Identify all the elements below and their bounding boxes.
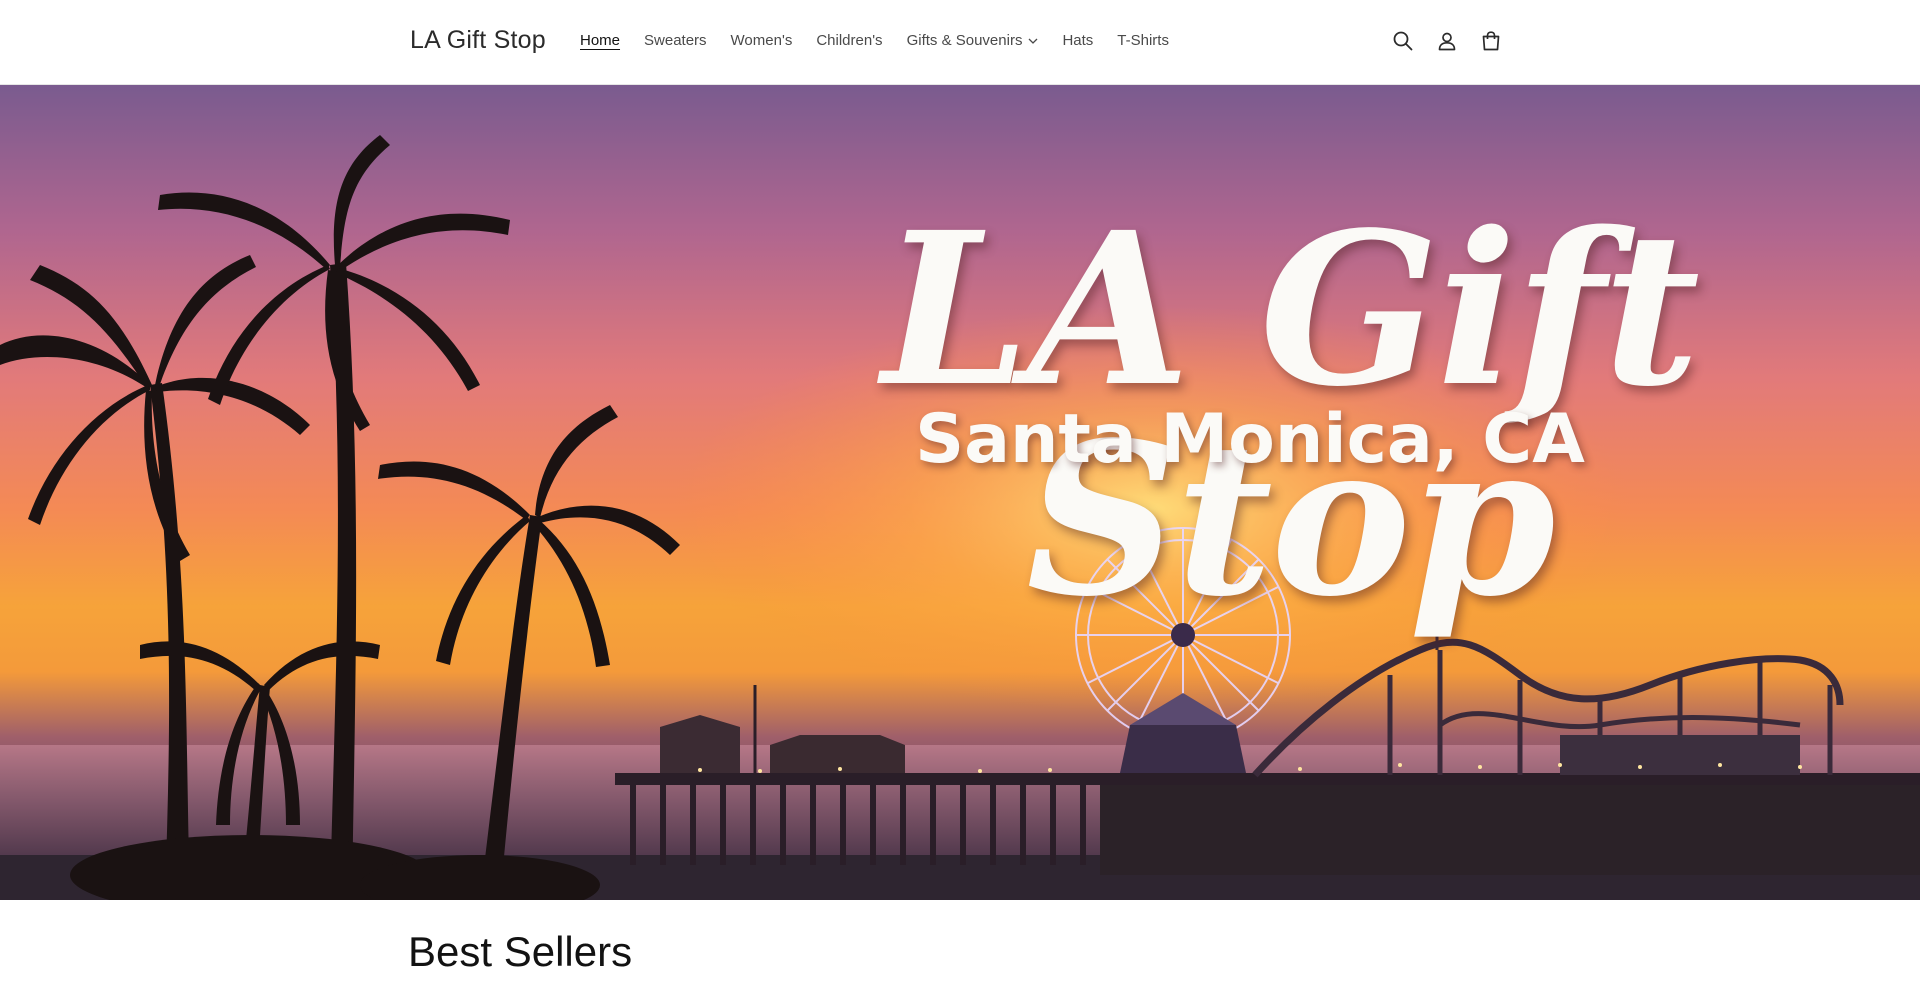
nav-tshirts[interactable]: T-Shirts (1117, 32, 1169, 49)
header-icons (1390, 28, 1504, 54)
nav-sweaters[interactable]: Sweaters (644, 32, 707, 49)
site-header: LA Gift Stop Home Sweaters Women's Child… (0, 0, 1920, 85)
main-nav: Home Sweaters Women's Children's Gifts &… (580, 32, 1193, 49)
best-sellers-heading: Best Sellers (408, 928, 633, 975)
nav-gifts-souvenirs-label: Gifts & Souvenirs (906, 32, 1023, 49)
hero-banner: LA Gift Stop Santa Monica, CA (0, 85, 1920, 900)
nav-childrens[interactable]: Children's (816, 32, 882, 49)
nav-womens[interactable]: Women's (731, 32, 793, 49)
site-logo[interactable]: LA Gift Stop (410, 26, 546, 55)
search-icon[interactable] (1390, 28, 1416, 54)
account-icon[interactable] (1434, 28, 1460, 54)
nav-home[interactable]: Home (580, 32, 620, 49)
nav-gifts-souvenirs[interactable]: Gifts & Souvenirs (907, 32, 1039, 49)
hero-subtitle: Santa Monica, CA (915, 400, 1585, 479)
chevron-down-icon (1028, 38, 1038, 44)
cart-icon[interactable] (1478, 28, 1504, 54)
nav-hats[interactable]: Hats (1062, 32, 1093, 49)
